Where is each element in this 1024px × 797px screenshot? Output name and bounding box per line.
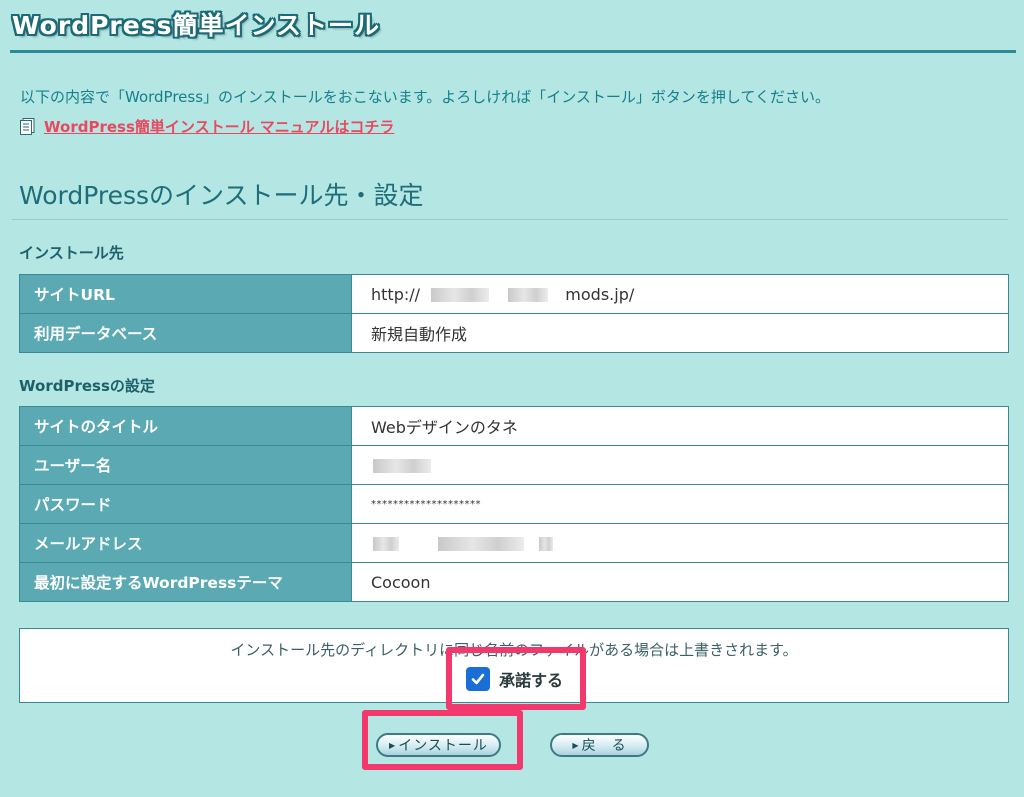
- page-header: WordPress簡単インストール: [0, 0, 1024, 58]
- table-row: ユーザー名: [19, 445, 1009, 485]
- site-url-value: http:// mods.jp/: [351, 274, 1009, 314]
- install-highlight-frame: [362, 710, 523, 770]
- table-row: サイトのタイトル Webデザインのタネ: [19, 406, 1009, 446]
- install-target-heading: インストール先: [19, 244, 124, 262]
- email-label: メールアドレス: [19, 523, 352, 563]
- play-arrow-icon: ▶: [572, 740, 580, 750]
- site-url-label: サイトURL: [19, 274, 352, 314]
- intro-text: 以下の内容で「WordPress」のインストールをおこないます。よろしければ「イ…: [20, 88, 831, 106]
- username-label: ユーザー名: [19, 445, 352, 485]
- theme-value: Cocoon: [351, 562, 1009, 602]
- password-label: パスワード: [19, 484, 352, 524]
- username-value: [351, 445, 1009, 485]
- theme-label: 最初に設定するWordPressテーマ: [19, 562, 352, 602]
- site-url-prefix: http://: [371, 284, 421, 304]
- page-title: WordPress簡単インストール: [12, 11, 380, 40]
- email-value: [351, 523, 1009, 563]
- site-url-suffix: mods.jp/: [565, 284, 635, 304]
- back-button[interactable]: ▶ 戻 る: [550, 733, 649, 757]
- install-target-table: サイトURL http:// mods.jp/ 利用データベース 新規自動作成: [19, 274, 1009, 353]
- redacted-block: [373, 459, 431, 473]
- manual-link[interactable]: WordPress簡単インストール マニュアルはコチラ: [20, 116, 394, 137]
- table-row: メールアドレス: [19, 523, 1009, 563]
- redacted-block: [431, 288, 490, 302]
- site-title-value: Webデザインのタネ: [351, 406, 1009, 446]
- back-button-label: 戻 る: [581, 738, 627, 754]
- section-divider: [12, 219, 1008, 220]
- header-divider: [10, 50, 1016, 53]
- table-row: サイトURL http:// mods.jp/: [19, 274, 1009, 314]
- redacted-block: [438, 537, 525, 551]
- wp-settings-heading: WordPressの設定: [19, 377, 155, 395]
- redacted-block: [508, 288, 549, 302]
- table-row: 最初に設定するWordPressテーマ Cocoon: [19, 562, 1009, 602]
- redacted-block: [539, 537, 554, 551]
- table-row: パスワード ********************: [19, 484, 1009, 524]
- document-icon: [20, 118, 35, 135]
- wp-settings-table: サイトのタイトル Webデザインのタネ ユーザー名 パスワード ********…: [19, 406, 1009, 602]
- site-title-label: サイトのタイトル: [19, 406, 352, 446]
- redacted-block: [373, 537, 399, 551]
- section-title: WordPressのインストール先・設定: [19, 181, 424, 210]
- database-label: 利用データベース: [19, 313, 352, 353]
- table-row: 利用データベース 新規自動作成: [19, 313, 1009, 353]
- agree-highlight-frame: [446, 647, 586, 710]
- database-value: 新規自動作成: [351, 313, 1009, 353]
- manual-link-label[interactable]: WordPress簡単インストール マニュアルはコチラ: [44, 116, 394, 137]
- password-value: ********************: [351, 484, 1009, 524]
